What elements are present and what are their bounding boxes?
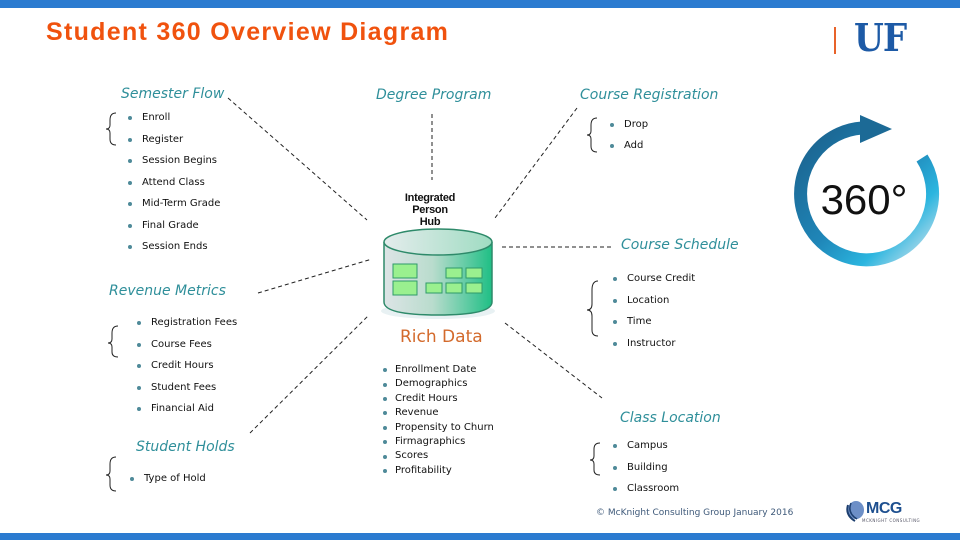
list-item: Mid-Term Grade xyxy=(128,197,220,219)
bullet-icon xyxy=(613,341,617,346)
list-item: Time xyxy=(613,315,695,337)
bullet-icon xyxy=(137,321,141,325)
list-item: Session Ends xyxy=(128,240,220,262)
bullet-icon xyxy=(383,440,387,445)
student-holds-heading: Student Holds xyxy=(136,439,235,455)
list-item: Demographics xyxy=(383,377,494,391)
bullet-icon xyxy=(613,320,617,324)
list-item: Registration Fees xyxy=(137,316,237,338)
connector-student-holds xyxy=(249,314,370,434)
hub-label: Integrated Person Hub xyxy=(404,192,456,228)
list-item: Firmagraphics xyxy=(383,435,494,449)
bullet-icon xyxy=(613,465,617,470)
bullet-icon xyxy=(383,411,387,416)
list-item: Credit Hours xyxy=(137,359,237,381)
course-schedule-heading: Course Schedule xyxy=(621,237,739,253)
brace-class-location xyxy=(589,442,601,476)
connector-course-registration xyxy=(494,107,578,219)
bullet-icon xyxy=(128,223,132,228)
bullet-icon xyxy=(610,123,614,127)
copyright-text: © McKnight Consulting Group January 2016 xyxy=(596,508,794,518)
revenue-metrics-list: Registration Fees Course Fees Credit Hou… xyxy=(137,316,237,424)
brace-course-schedule xyxy=(586,280,599,337)
list-item: Course Fees xyxy=(137,338,237,360)
bullet-icon xyxy=(613,487,617,491)
list-item: Scores xyxy=(383,449,494,463)
bullet-icon xyxy=(383,454,387,459)
list-item: Classroom xyxy=(613,482,679,504)
brace-course-registration xyxy=(586,117,598,153)
bullet-icon xyxy=(383,425,387,430)
bullet-icon xyxy=(128,180,132,185)
list-item: Student Fees xyxy=(137,381,237,403)
course-registration-heading: Course Registration xyxy=(580,87,719,103)
bullet-icon xyxy=(128,245,132,249)
list-item: Session Begins xyxy=(128,154,220,176)
bullet-icon xyxy=(383,382,387,387)
integrated-person-hub-icon xyxy=(381,228,495,319)
list-item: Register xyxy=(128,133,220,155)
bullet-icon xyxy=(383,469,387,474)
bullet-icon xyxy=(128,116,132,120)
bullet-icon xyxy=(137,407,141,411)
360-degree-icon: 360° xyxy=(794,115,940,267)
list-item: Add xyxy=(610,139,648,160)
class-location-heading: Class Location xyxy=(620,410,721,426)
list-item: Enroll xyxy=(128,111,220,133)
bullet-icon xyxy=(383,368,387,373)
brace-semester-flow xyxy=(105,112,117,146)
degree-program-heading: Degree Program xyxy=(376,87,492,103)
bullet-icon xyxy=(137,364,141,368)
list-item: Final Grade xyxy=(128,219,220,241)
360-label: 360° xyxy=(821,176,908,223)
list-item: Credit Hours xyxy=(383,392,494,406)
connector-semester-flow xyxy=(227,97,368,221)
bullet-icon xyxy=(128,202,132,206)
list-item: Campus xyxy=(613,439,679,461)
bullet-icon xyxy=(383,397,387,402)
bullet-icon xyxy=(613,277,617,281)
list-item: Attend Class xyxy=(128,176,220,198)
brace-student-holds xyxy=(105,456,117,492)
rich-data-list: Enrollment Date Demographics Credit Hour… xyxy=(383,363,494,478)
bullet-icon xyxy=(610,144,614,148)
list-item: Financial Aid xyxy=(137,402,237,424)
connector-revenue-metrics xyxy=(257,258,373,294)
mcg-logo-subtitle: MCKNIGHT CONSULTING xyxy=(862,518,921,523)
bullet-icon xyxy=(613,444,617,448)
bullet-icon xyxy=(137,385,141,390)
class-location-list: Campus Building Classroom xyxy=(613,439,679,504)
semester-flow-heading: Semester Flow xyxy=(121,86,225,102)
list-item: Type of Hold xyxy=(130,472,206,488)
list-item: Drop xyxy=(610,118,648,139)
semester-flow-list: Enroll Register Session Begins Attend Cl… xyxy=(128,111,220,262)
bullet-icon xyxy=(128,159,132,163)
list-item: Location xyxy=(613,294,695,316)
bullet-icon xyxy=(613,298,617,303)
connector-class-location xyxy=(504,322,603,399)
bullet-icon xyxy=(130,477,134,481)
list-item: Propensity to Churn xyxy=(383,421,494,435)
course-registration-list: Drop Add xyxy=(610,118,648,160)
bullet-icon xyxy=(128,137,132,142)
revenue-metrics-heading: Revenue Metrics xyxy=(109,283,226,299)
brace-revenue-metrics xyxy=(107,325,119,358)
mcg-logo: MCG xyxy=(866,500,902,517)
list-item: Enrollment Date xyxy=(383,363,494,377)
course-schedule-list: Course Credit Location Time Instructor xyxy=(613,272,695,358)
list-item: Instructor xyxy=(613,337,695,359)
bullet-icon xyxy=(137,342,141,347)
list-item: Revenue xyxy=(383,406,494,420)
list-item: Building xyxy=(613,461,679,483)
rich-data-heading: Rich Data xyxy=(400,327,483,347)
list-item: Course Credit xyxy=(613,272,695,294)
list-item: Profitability xyxy=(383,464,494,478)
student-holds-list: Type of Hold xyxy=(130,472,206,488)
